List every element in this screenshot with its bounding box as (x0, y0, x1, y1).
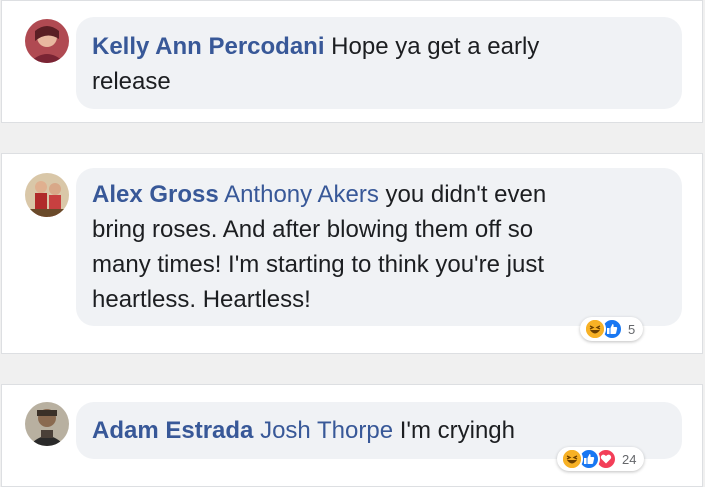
comment-card: Alex Gross Anthony Akers you didn't even… (1, 153, 703, 354)
comment-card: Kelly Ann Percodani Hope ya get a early … (1, 0, 703, 123)
comment-text-line: release (92, 68, 171, 95)
comment-text-line: bring roses. And after blowing them off … (92, 216, 534, 243)
comment-text: Adam Estrada Josh Thorpe I'm cryingh (92, 413, 666, 448)
mention-link[interactable]: Anthony Akers (224, 181, 379, 208)
mention-link[interactable]: Josh Thorpe (260, 417, 393, 444)
reactions-summary[interactable]: 5 (580, 317, 644, 341)
author-name[interactable]: Alex Gross (92, 181, 219, 208)
avatar[interactable] (25, 402, 69, 446)
haha-icon (561, 448, 583, 470)
reaction-count: 24 (622, 451, 637, 467)
comment-text: Kelly Ann Percodani Hope ya get a early (92, 29, 666, 64)
comment-bubble: Kelly Ann Percodani Hope ya get a early … (76, 17, 682, 109)
reaction-count: 5 (628, 321, 636, 337)
avatar[interactable] (25, 173, 69, 217)
comment-text-line: heartless. Heartless! (92, 286, 311, 313)
avatar[interactable] (25, 19, 69, 63)
comment-body: you didn't even (378, 181, 547, 208)
haha-icon (584, 318, 606, 340)
author-name[interactable]: Adam Estrada (92, 417, 253, 444)
comment-body: Hope ya get a early (324, 33, 540, 60)
comment-card: Adam Estrada Josh Thorpe I'm cryingh 24 (1, 384, 703, 487)
comment-text: Alex Gross Anthony Akers you didn't even (92, 177, 666, 212)
author-name[interactable]: Kelly Ann Percodani (92, 33, 325, 60)
reactions-summary[interactable]: 24 (557, 447, 645, 471)
comment-body: I'm cryingh (393, 417, 515, 444)
comment-text-line: many times! I'm starting to think you're… (92, 251, 544, 278)
comment-bubble: Alex Gross Anthony Akers you didn't even… (76, 168, 682, 326)
